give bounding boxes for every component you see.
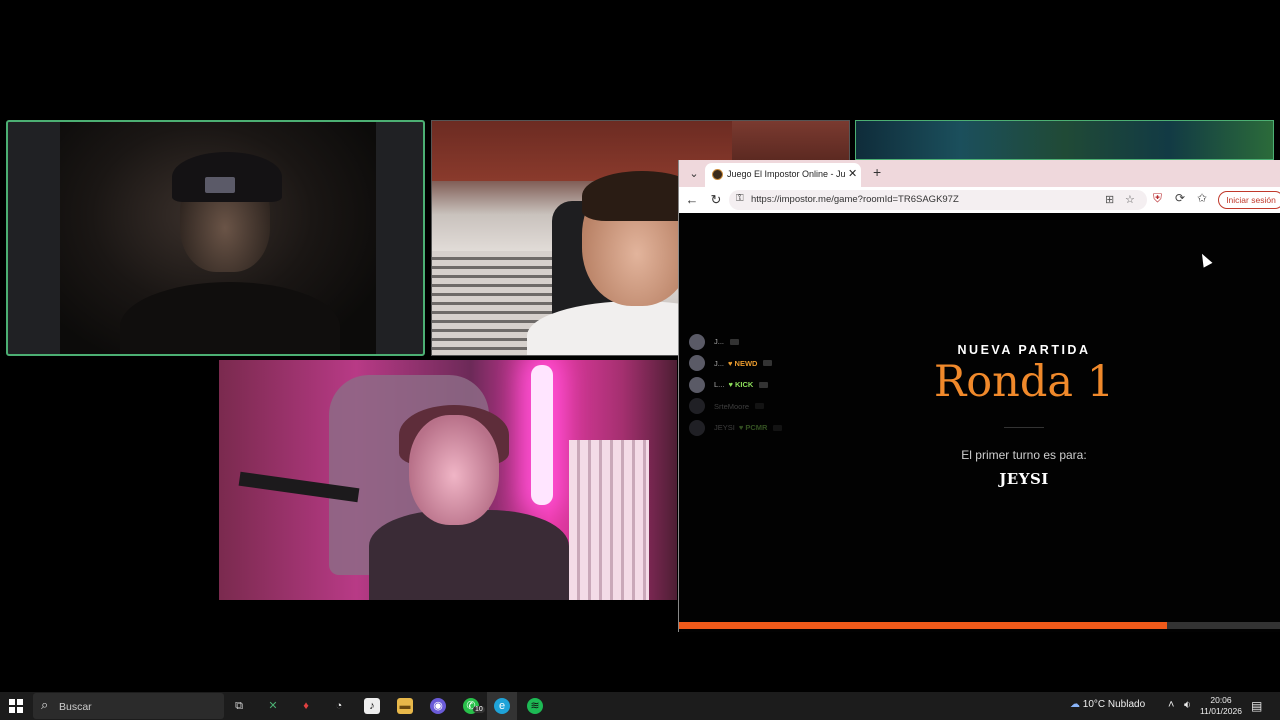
reload-icon[interactable]: ↻	[707, 191, 725, 209]
player-row: J...	[689, 331, 782, 353]
player-name: SrteMoore	[714, 401, 750, 411]
player-avatar	[689, 398, 705, 415]
divider	[1004, 427, 1044, 428]
player-avatar	[689, 419, 705, 436]
tab-impostor-game[interactable]: Juego El Impostor Online - Jugar g ✕	[705, 163, 861, 187]
player-badge: ♥ NEWD	[728, 358, 758, 368]
volume-icon[interactable]: 🔉︎	[1184, 699, 1191, 712]
video-tile-participant-4[interactable]	[219, 360, 677, 600]
file-explorer-icon[interactable]: ▬	[397, 698, 413, 714]
taskbar-search[interactable]: ⌕ Buscar	[33, 693, 224, 719]
tab-close-icon[interactable]: ✕	[848, 167, 857, 180]
weather-text: 10°C Nublado	[1082, 699, 1146, 710]
first-turn-player: JEYSI	[999, 470, 1049, 488]
sign-in-button[interactable]: Iniciar sesión	[1218, 191, 1280, 209]
start-windows-icon[interactable]	[9, 699, 23, 713]
cloudy-weather-icon: ☁	[1070, 699, 1080, 710]
system-clock[interactable]: 20:06 11/01/2026	[1200, 695, 1242, 717]
player-row: JEYSI ♥ PCMR	[689, 417, 783, 439]
new-game-label: NUEVA PARTIDA	[957, 343, 1091, 357]
notifications-icon[interactable]: ▤	[1251, 699, 1262, 713]
weather-widget[interactable]: ☁ 10°C Nublado	[1070, 699, 1145, 710]
favorite-star-icon[interactable]: ☆	[1125, 193, 1135, 206]
player-camera-icon	[763, 360, 773, 367]
back-arrow-icon[interactable]: ←	[683, 191, 701, 209]
player-list: J... J... ♥ NEWD L... ♥ KICK SrteMoore JEYSI ♥ …	[689, 331, 783, 439]
tiktok-app-icon[interactable]: ♪	[364, 698, 380, 714]
spotify-icon[interactable]: ≋	[527, 698, 543, 714]
tab-search-chevron-icon[interactable]: ⌄	[685, 165, 703, 183]
progress-fill	[679, 622, 1167, 629]
game-page: J... J... ♥ NEWD L... ♥ KICK SrteMoore JEYSI ♥ …	[679, 213, 1280, 632]
search-icon: ⌕	[41, 697, 49, 712]
windows-taskbar: ⌕ Buscar ⧉ ✕ ♦ ◔ ♪ ▬ ◉ ✆ 10 e ≋ ☁ 10°C N…	[0, 692, 1280, 720]
player-badge: ♥ KICK	[728, 380, 754, 390]
reader-mode-icon[interactable]: ⊞	[1105, 193, 1114, 206]
first-turn-label: El primer turno es para:	[961, 448, 1087, 462]
browser-window: ⌄ Juego El Impostor Online - Jugar g ✕ +…	[678, 160, 1280, 632]
neon-light	[531, 365, 553, 505]
site-favicon-icon	[712, 169, 723, 180]
player-name: L...	[714, 380, 725, 390]
address-toolbar: ← ↻ ⚿ https://impostor.me/game?roomId=TR…	[679, 187, 1280, 213]
player-name: J...	[714, 337, 725, 347]
player-avatar	[689, 333, 705, 350]
whatsapp-badge: 10	[473, 706, 485, 713]
player-camera-icon	[730, 338, 740, 345]
clock-date: 11/01/2026	[1200, 706, 1242, 716]
tab-strip: ⌄ Juego El Impostor Online - Jugar g ✕ +	[679, 160, 1280, 187]
player-row: SrteMoore	[689, 396, 782, 418]
round-announcement: NUEVA PARTIDA Ronda 1 El primer turno es…	[889, 343, 1159, 488]
video-tile-participant-3[interactable]	[855, 120, 1274, 160]
speedometer-app-icon[interactable]: ◔	[331, 698, 347, 714]
player-avatar	[689, 376, 705, 393]
player-avatar	[689, 355, 705, 372]
person-face	[409, 415, 499, 525]
player-badge: ♥ PCMR	[738, 423, 768, 433]
extension-shield-icon[interactable]: ⛨	[1153, 191, 1162, 206]
sync-icon[interactable]: ⟳	[1175, 191, 1185, 205]
player-row: J... ♥ NEWD	[689, 353, 782, 375]
show-hidden-icons-chevron-icon[interactable]: ˄	[1168, 699, 1174, 711]
person-body	[120, 282, 340, 354]
webcam-feed	[60, 122, 376, 354]
new-tab-button[interactable]: +	[873, 164, 881, 180]
person-torso	[369, 510, 569, 600]
task-view-icon[interactable]: ⧉	[231, 698, 247, 714]
video-tile-participant-1[interactable]	[6, 120, 425, 356]
turn-progress-bar	[679, 622, 1280, 629]
address-bar[interactable]: ⚿ https://impostor.me/game?roomId=TR6SAG…	[729, 190, 1147, 210]
search-placeholder: Buscar	[59, 701, 92, 713]
player-camera-icon	[759, 381, 769, 388]
player-camera-icon	[755, 403, 765, 410]
player-name: J...	[714, 358, 725, 368]
location-pin-app-icon[interactable]: ♦	[298, 698, 314, 714]
tab-title: Juego El Impostor Online - Jugar g	[727, 169, 845, 179]
player-camera-icon	[773, 424, 783, 431]
player-name: JEYSI	[714, 423, 735, 433]
site-info-icon[interactable]: ⚿	[736, 193, 744, 204]
player-row: L... ♥ KICK	[689, 374, 782, 396]
xbox-app-icon[interactable]: ✕	[265, 698, 281, 714]
favorites-icon[interactable]: ✩	[1197, 191, 1207, 205]
cap-logo	[205, 177, 235, 193]
background-radiator	[569, 440, 649, 600]
clock-time: 20:06	[1210, 695, 1232, 705]
round-title: Ronda 1	[933, 357, 1115, 407]
url-text: https://impostor.me/game?roomId=TR6SAGK9…	[751, 194, 959, 205]
chrome-profile-app-icon[interactable]: ◉	[430, 698, 446, 714]
edge-browser-icon[interactable]: e	[494, 698, 510, 714]
